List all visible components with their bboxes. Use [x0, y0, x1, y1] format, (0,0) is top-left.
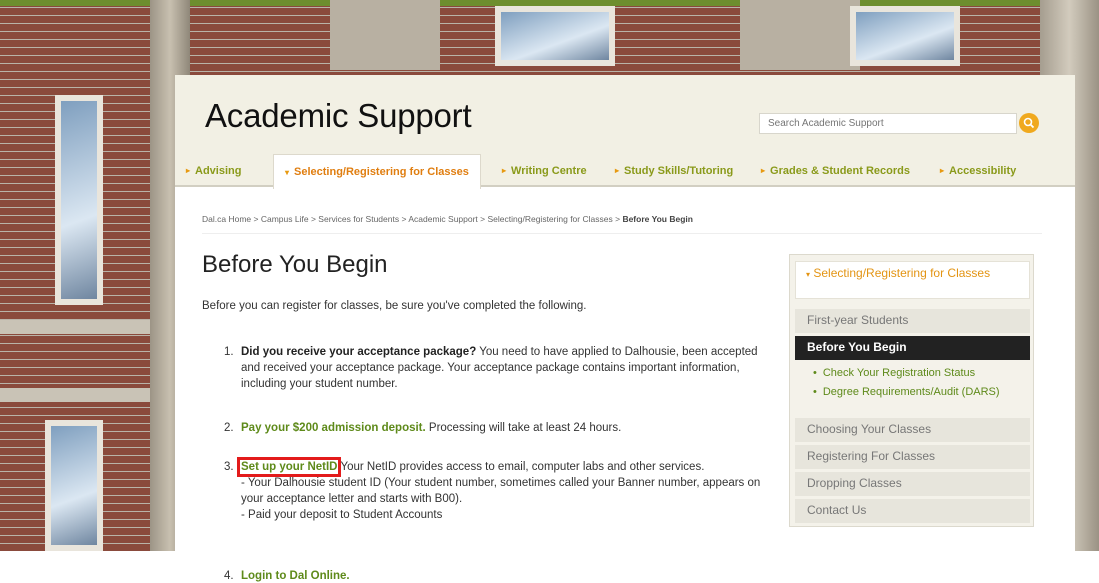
site-header: Academic Support ▸ Advising ▾ Selecting/…: [175, 75, 1075, 189]
sidebar-header-label: Selecting/Registering for Classes: [813, 266, 991, 280]
breadcrumb-link[interactable]: Services for Students: [318, 214, 399, 224]
list-number: 1.: [224, 346, 234, 358]
list-number: 2.: [224, 422, 234, 434]
chevron-down-icon: ▾: [806, 270, 811, 279]
nav-item-writing-centre[interactable]: ▸ Writing Centre: [502, 154, 587, 187]
building-window: [495, 6, 615, 66]
breadcrumb-separator: >: [310, 214, 316, 224]
chevron-right-icon: ▸: [940, 166, 945, 175]
list-number: 4.: [224, 570, 234, 582]
stone-ledge: [0, 320, 150, 334]
search-icon: [1023, 117, 1035, 129]
sidebar-subitem-label: Degree Requirements/Audit (DARS): [822, 386, 1000, 398]
pay-deposit-link[interactable]: Pay your $200 admission deposit.: [241, 422, 426, 434]
sidebar-header[interactable]: ▾ Selecting/Registering for Classes: [795, 261, 1030, 299]
chevron-right-icon: ▸: [761, 166, 766, 175]
chevron-right-icon: ▸: [502, 166, 507, 175]
breadcrumb: Dal.ca Home > Campus Life > Services for…: [202, 214, 693, 224]
divider: [202, 233, 1042, 234]
nav-item-study-skills[interactable]: ▸ Study Skills/Tutoring: [615, 154, 733, 187]
nav-item-label: Accessibility: [949, 164, 1017, 177]
nav-item-label: Writing Centre: [511, 164, 587, 177]
breadcrumb-separator: >: [253, 214, 259, 224]
breadcrumb-link[interactable]: Selecting/Registering for Classes: [488, 214, 613, 224]
main-panel: Academic Support ▸ Advising ▾ Selecting/…: [175, 75, 1075, 583]
sidebar-item-first-year[interactable]: First-year Students: [795, 309, 1030, 333]
step-detail: - Paid your deposit to Student Accounts: [241, 509, 443, 521]
nav-item-accessibility[interactable]: ▸ Accessibility: [940, 154, 1016, 187]
intro-text: Before you can register for classes, be …: [202, 300, 587, 312]
sidebar-item-choosing-classes[interactable]: Choosing Your Classes: [795, 418, 1030, 442]
breadcrumb-separator: >: [480, 214, 486, 224]
breadcrumb-link[interactable]: Campus Life: [261, 214, 309, 224]
sidebar-subitem-dars[interactable]: • Degree Requirements/Audit (DARS): [795, 386, 1030, 398]
breadcrumb-link[interactable]: Academic Support: [408, 214, 477, 224]
search-input[interactable]: [759, 113, 1017, 134]
section-sidebar: ▾ Selecting/Registering for Classes Firs…: [789, 254, 1034, 527]
building-window: [55, 95, 103, 305]
sidebar-item-dropping-classes[interactable]: Dropping Classes: [795, 472, 1030, 496]
list-number: 3.: [224, 461, 234, 473]
sidebar-item-contact-us[interactable]: Contact Us: [795, 499, 1030, 523]
step-detail: - Your Dalhousie student ID (Your studen…: [241, 477, 761, 505]
bullet-icon: •: [813, 367, 817, 379]
sidebar-item-before-you-begin[interactable]: Before You Begin: [795, 336, 1030, 360]
breadcrumb-separator: >: [401, 214, 407, 224]
sidebar-item-registering-classes[interactable]: Registering For Classes: [795, 445, 1030, 469]
stone-ledge: [0, 388, 150, 402]
nav-item-label: Study Skills/Tutoring: [624, 164, 734, 177]
login-dal-online-link[interactable]: Login to Dal Online.: [241, 570, 350, 582]
stone-block: [740, 0, 860, 70]
page-title: Before You Begin: [202, 251, 388, 278]
chevron-down-icon: ▾: [285, 167, 290, 177]
chevron-right-icon: ▸: [615, 166, 620, 175]
nav-item-grades-records[interactable]: ▸ Grades & Student Records: [761, 154, 910, 187]
step-text: Your NetID provides access to email, com…: [337, 461, 705, 473]
building-window: [850, 6, 960, 66]
nav-item-advising[interactable]: ▸ Advising: [186, 154, 241, 187]
nav-item-label: Selecting/Registering for Classes: [294, 166, 469, 178]
chevron-right-icon: ▸: [186, 166, 191, 175]
nav-item-label: Grades & Student Records: [770, 164, 910, 177]
sidebar-subitem-label: Check Your Registration Status: [822, 367, 976, 379]
nav-item-label: Advising: [195, 164, 242, 177]
search-button[interactable]: [1019, 113, 1039, 133]
main-navigation: ▸ Advising ▾ Selecting/Registering for C…: [175, 154, 1075, 189]
step-heading: Did you receive your acceptance package?: [241, 346, 477, 358]
breadcrumb-separator: >: [615, 214, 621, 224]
step-text: Processing will take at least 24 hours.: [425, 422, 622, 434]
stone-block: [330, 0, 440, 70]
breadcrumb-link[interactable]: Dal.ca Home: [202, 214, 251, 224]
sidebar-subitem-registration-status[interactable]: • Check Your Registration Status: [795, 367, 1030, 379]
site-title[interactable]: Academic Support: [205, 97, 472, 135]
nav-item-selecting-registering[interactable]: ▾ Selecting/Registering for Classes: [273, 154, 481, 189]
breadcrumb-current: Before You Begin: [622, 214, 693, 224]
setup-netid-link[interactable]: Set up your NetID: [236, 457, 342, 477]
bullet-icon: •: [813, 386, 817, 398]
building-window: [45, 420, 103, 551]
